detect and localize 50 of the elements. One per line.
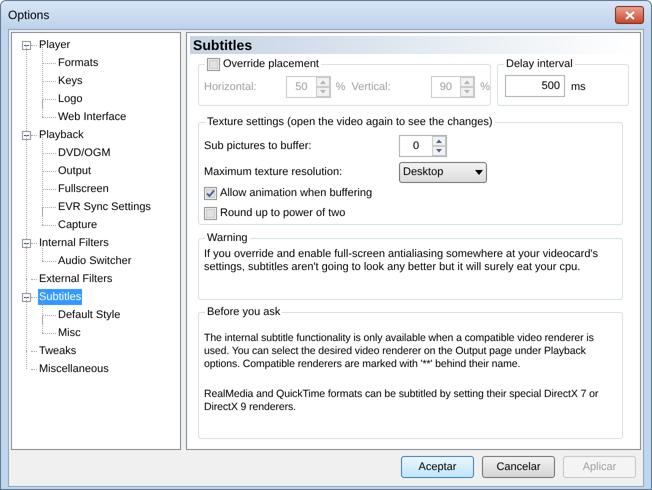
tree-item[interactable]: EVR Sync Settings [57, 199, 152, 215]
tree-item[interactable]: Default Style [57, 307, 122, 323]
checkbox[interactable] [204, 187, 217, 200]
tree-item[interactable]: Playback [38, 127, 85, 143]
collapse-icon[interactable] [22, 40, 31, 50]
dialog-button[interactable]: Cancelar [482, 456, 555, 478]
tree-item[interactable]: Capture [57, 217, 98, 233]
tree-item[interactable]: Formats [57, 55, 100, 71]
collapse-icon[interactable] [22, 238, 31, 248]
tree-item[interactable]: Logo [57, 91, 84, 107]
tree-item[interactable]: Tweaks [38, 343, 78, 359]
tree-item[interactable]: Output [57, 163, 92, 179]
window-title: Options [8, 7, 50, 24]
tree-item[interactable]: Misc [57, 325, 82, 341]
dialog-button[interactable]: Aceptar [401, 456, 474, 478]
info-text: RealMedia and QuickTime formats can be subtitled by setting their special DirectX 7 or DirectX 9 renderers. [204, 388, 600, 414]
tree-item[interactable]: Audio Switcher [57, 253, 132, 269]
buffer-label: Sub pictures to buffer: [204, 138, 312, 154]
tree-item[interactable]: Web Interface [57, 109, 128, 125]
tree-item[interactable]: Keys [57, 73, 84, 89]
checkbox-label[interactable]: Round up to power of two [220, 206, 346, 221]
group-title: Before you ask [207, 305, 280, 320]
tree-item[interactable]: Player [38, 37, 72, 53]
spin-field[interactable]: 0 [399, 135, 447, 157]
warning-text: If you override and enable full-screen antialiasing somewhere at your videocard's settings, subtitles aren't going to look any better but it will surely eat your cpu. [204, 248, 600, 274]
checkbox[interactable] [204, 207, 217, 220]
unit-label: ms [571, 80, 586, 95]
delay-field[interactable]: 500 [505, 75, 565, 97]
group-title: Texture settings (open the video again to see the changes) [207, 115, 493, 130]
close-icon [624, 10, 634, 20]
resolution-label: Maximum texture resolution: [204, 165, 344, 180]
spinner-arrows-icon[interactable] [432, 136, 446, 156]
tree-item[interactable]: Fullscreen [57, 181, 110, 197]
unit-label: % [336, 80, 346, 95]
vertical-label: Vertical: [352, 80, 392, 95]
dropdown-caret-icon [475, 170, 483, 175]
close-button[interactable] [615, 6, 644, 24]
resolution-dropdown[interactable]: Desktop [399, 162, 487, 183]
tree-item[interactable]: Internal Filters [38, 235, 110, 251]
tree-item[interactable]: External Filters [38, 271, 114, 287]
horizontal-label: Horizontal: [204, 80, 258, 95]
unit-label: % [480, 80, 490, 95]
collapse-icon[interactable] [22, 292, 31, 302]
checkbox-label[interactable]: Allow animation when buffering [220, 186, 372, 201]
tree-item[interactable]: Miscellaneous [38, 361, 110, 377]
info-text: The internal subtitle functionality is only available when a compatible video renderer is used. You can select the desired video renderer on the Output page under Playback options. Compatible renderers are marked with '**' behind their name. [204, 332, 595, 371]
tree-item[interactable]: DVD/OGM [57, 145, 112, 161]
group-title: Warning [207, 231, 248, 246]
group-title: Delay interval [506, 57, 573, 72]
collapse-icon[interactable] [22, 130, 31, 140]
